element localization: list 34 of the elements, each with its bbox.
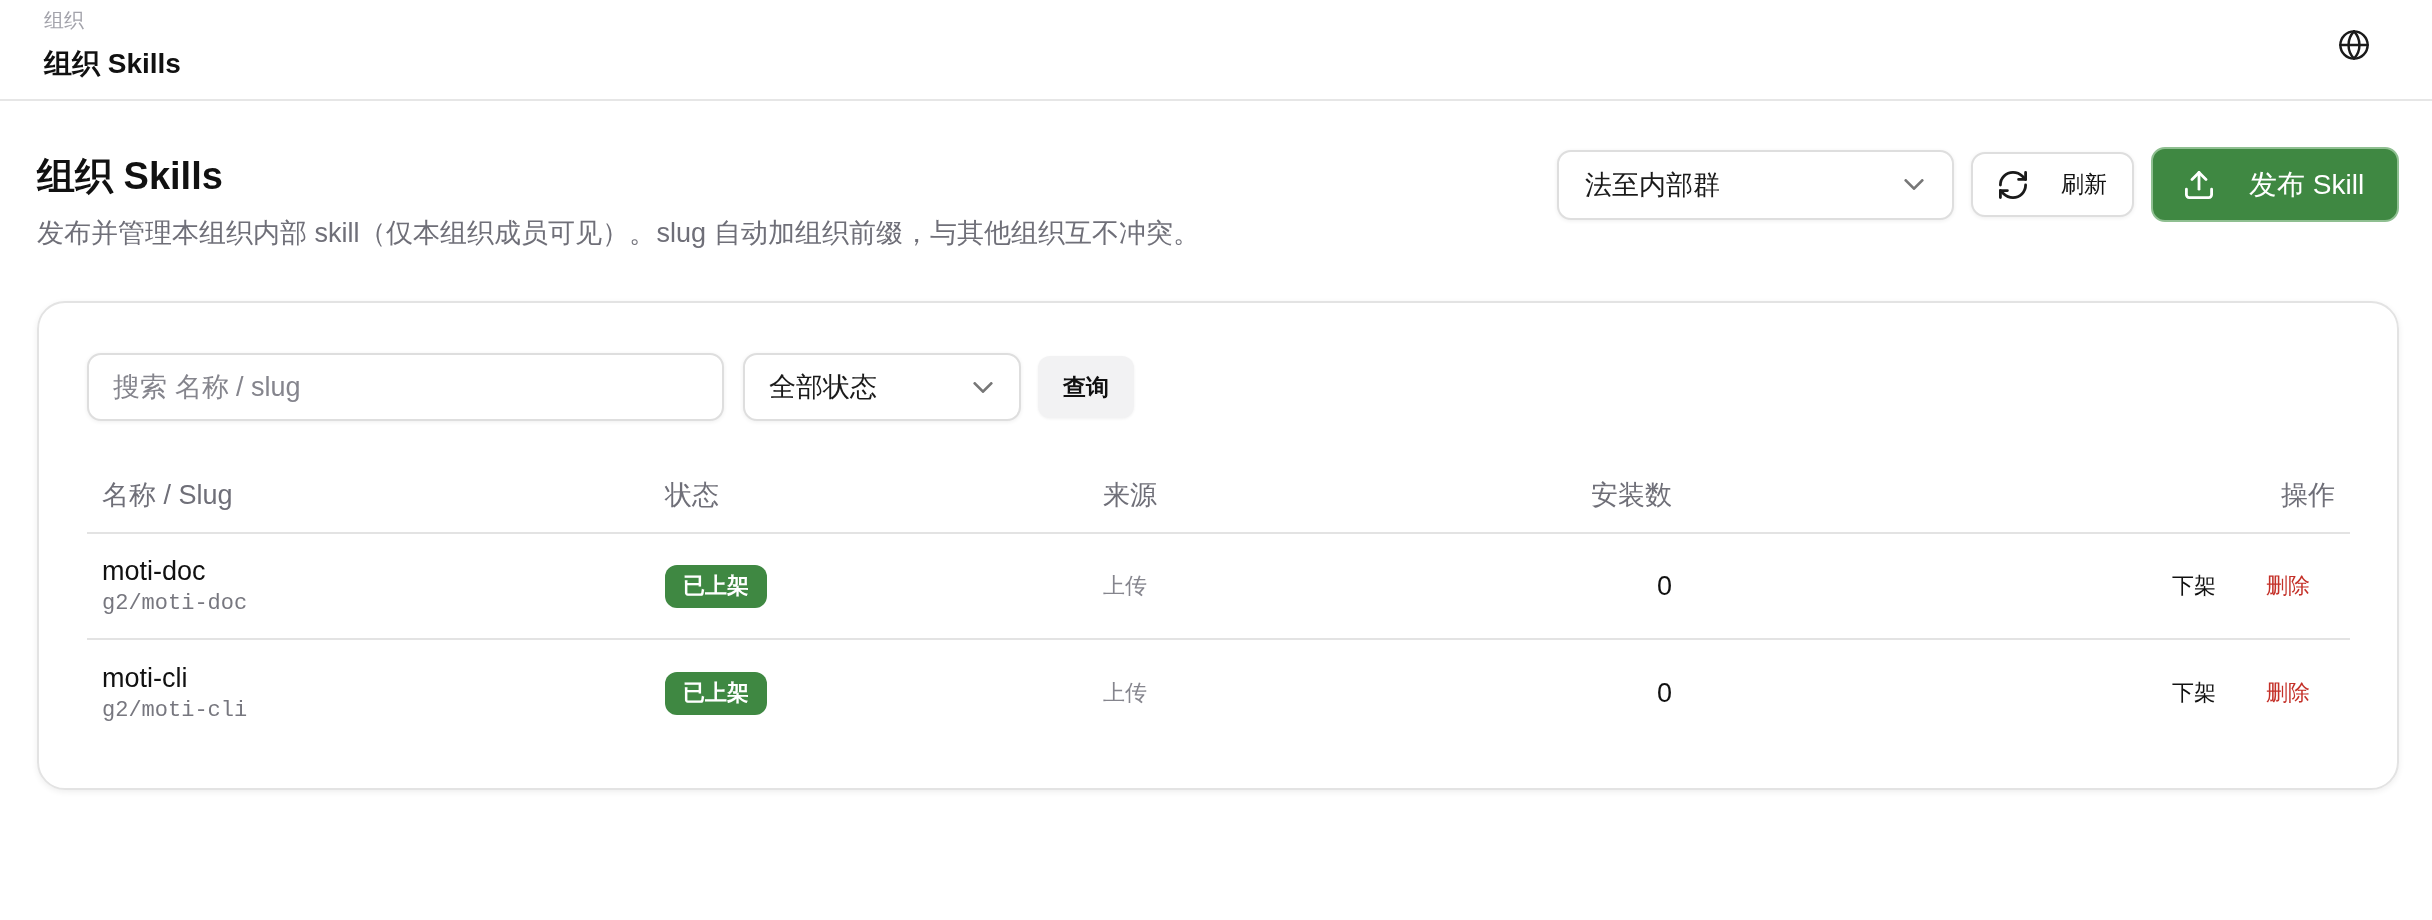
refresh-icon [1999, 170, 2027, 199]
search-field[interactable]: 搜索 名称 / slug [87, 353, 724, 421]
delete-button[interactable]: 删除 [2266, 679, 2310, 707]
globe-icon[interactable] [2339, 30, 2369, 60]
org-select[interactable]: 法至内部群 [1557, 149, 1954, 220]
header-title: 组织 Skills [44, 47, 181, 81]
delete-button[interactable]: 删除 [2266, 572, 2310, 600]
breadcrumb: 组织 [44, 8, 84, 33]
column-header: 状态 [665, 478, 719, 512]
install-count: 0 [1656, 570, 1672, 602]
skill-slug: g2/moti-cli [102, 697, 248, 725]
column-header: 名称 / Slug [102, 478, 233, 512]
skill-name: moti-doc [102, 555, 206, 588]
source-text: 上传 [1103, 572, 1147, 600]
page-title: 组织 Skills [37, 154, 223, 199]
status-badge: 已上架 [665, 671, 767, 715]
query-button[interactable]: 查询 [1038, 356, 1134, 418]
refresh-button[interactable]: 刷新 [1971, 152, 2134, 217]
column-header: 操作 [2281, 478, 2335, 512]
skill-slug: g2/moti-doc [102, 590, 248, 618]
column-header: 来源 [1103, 478, 1157, 512]
status-select[interactable]: 全部状态 [743, 353, 1021, 421]
skill-name: moti-cli [102, 662, 188, 695]
status-badge: 已上架 [665, 564, 767, 608]
action-button[interactable]: 下架 [2172, 679, 2216, 707]
publish-button[interactable]: 发布 Skill [2151, 147, 2399, 222]
page-description: 发布并管理本组织内部 skill（仅本组织成员可见）。slug 自动加组织前缀，与其他组织互不冲突。 [37, 217, 1200, 250]
chevron-down-icon [1904, 179, 1924, 190]
chevron-down-icon [973, 381, 993, 393]
install-count: 0 [1656, 677, 1672, 709]
action-button[interactable]: 下架 [2172, 572, 2216, 600]
upload-icon [2185, 170, 2213, 199]
column-header: 安装数 [1591, 478, 1672, 512]
source-text: 上传 [1103, 679, 1147, 707]
